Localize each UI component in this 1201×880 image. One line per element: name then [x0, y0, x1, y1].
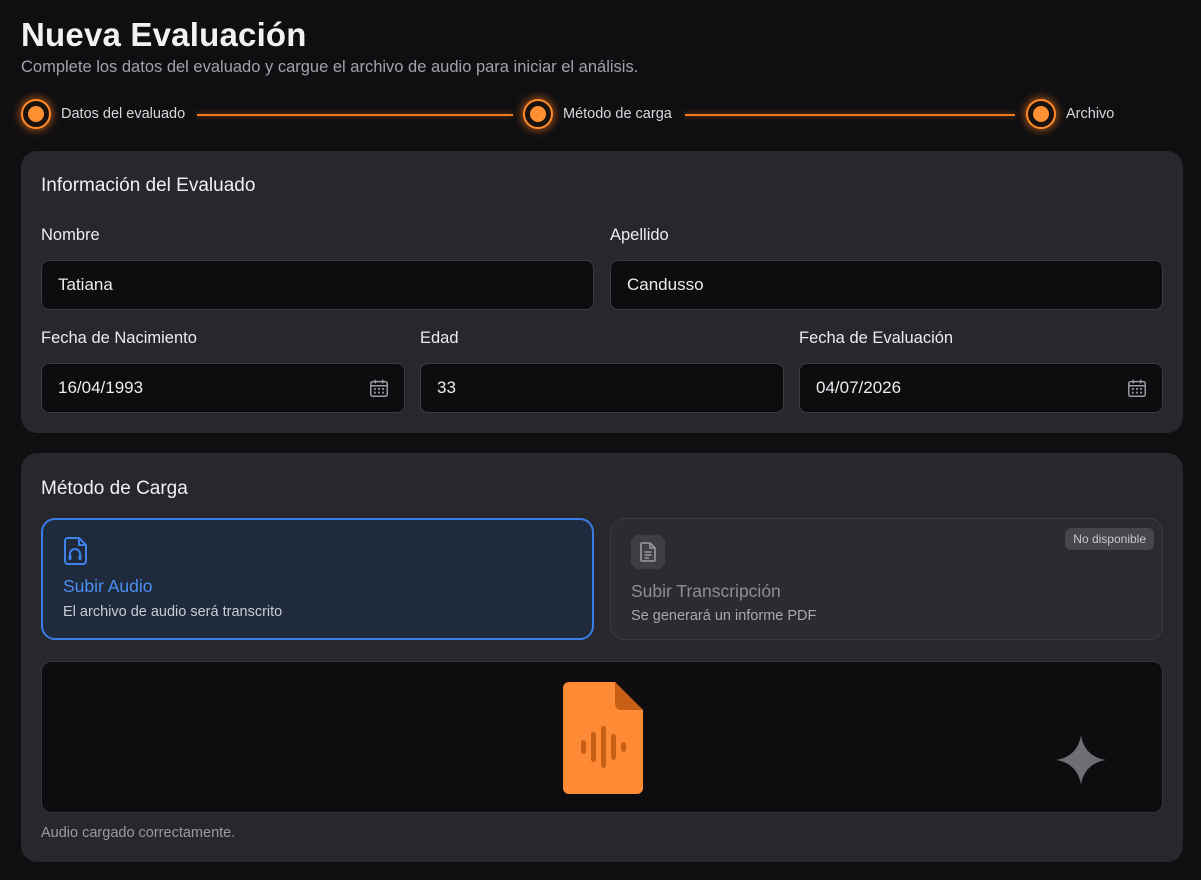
- no-disponible-badge: No disponible: [1065, 528, 1154, 550]
- fecha-evaluacion-field[interactable]: 04/07/2026: [799, 363, 1163, 413]
- calendar-icon[interactable]: [368, 377, 390, 399]
- page-title: Nueva Evaluación: [21, 16, 307, 53]
- step-label: Datos del evaluado: [61, 106, 186, 122]
- apellido-label: Apellido: [610, 226, 669, 244]
- evaluado-card: Información del Evaluado Nombre Tatiana …: [21, 151, 1183, 433]
- subir-transcripcion-title: Subir Transcripción: [631, 581, 781, 601]
- nombre-value: Tatiana: [58, 275, 113, 294]
- subir-audio-description: El archivo de audio será transcrito: [63, 604, 283, 620]
- audio-file-icon: [64, 537, 87, 565]
- nombre-field[interactable]: Tatiana: [41, 260, 594, 310]
- fecha-nacimiento-value: 16/04/1993: [58, 378, 144, 397]
- step-label: Método de carga: [563, 106, 672, 122]
- step-datos-evaluado[interactable]: Datos del evaluado: [21, 99, 185, 129]
- audio-dropzone[interactable]: [41, 661, 1163, 813]
- upload-status-text: Audio cargado correctamente.: [41, 825, 236, 841]
- evaluado-card-title: Información del Evaluado: [41, 175, 256, 196]
- subir-audio-option[interactable]: Subir Audio El archivo de audio será tra…: [41, 518, 594, 640]
- edad-label: Edad: [420, 329, 459, 347]
- step-connector: [197, 114, 513, 116]
- progress-stepper: Datos del evaluado Método de carga Archi…: [21, 99, 1161, 131]
- fecha-nacimiento-label: Fecha de Nacimiento: [41, 329, 197, 347]
- apellido-value: Candusso: [627, 275, 704, 294]
- fecha-evaluacion-value: 04/07/2026: [816, 378, 902, 397]
- document-icon: [631, 535, 665, 569]
- step-connector: [685, 114, 1015, 116]
- calendar-icon[interactable]: [1126, 377, 1148, 399]
- edad-field[interactable]: 33: [420, 363, 784, 413]
- nombre-label: Nombre: [41, 226, 100, 244]
- step-metodo-carga[interactable]: Método de carga: [523, 99, 672, 129]
- fecha-evaluacion-label: Fecha de Evaluación: [799, 329, 954, 347]
- step-indicator: [523, 99, 553, 129]
- audio-file-icon: [563, 682, 643, 794]
- apellido-field[interactable]: Candusso: [610, 260, 1163, 310]
- step-indicator: [1026, 99, 1056, 129]
- metodo-card-title: Método de Carga: [41, 478, 188, 499]
- step-indicator: [21, 99, 51, 129]
- sparkle-icon: [1056, 735, 1106, 785]
- subir-audio-title: Subir Audio: [63, 576, 153, 596]
- edad-value: 33: [437, 378, 456, 397]
- subir-transcripcion-option: No disponible Subir Transcripción Se gen…: [610, 518, 1163, 640]
- step-archivo[interactable]: Archivo: [1026, 99, 1114, 129]
- fecha-nacimiento-field[interactable]: 16/04/1993: [41, 363, 405, 413]
- page-subtitle: Complete los datos del evaluado y cargue…: [21, 58, 639, 76]
- metodo-card: Método de Carga Subir Audio El archivo d…: [21, 453, 1183, 862]
- subir-transcripcion-description: Se generará un informe PDF: [631, 608, 817, 624]
- step-label: Archivo: [1066, 106, 1115, 122]
